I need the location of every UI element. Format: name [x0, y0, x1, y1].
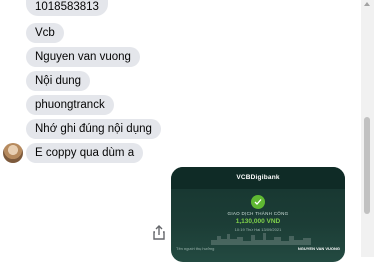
message-bubble[interactable]: Vcb — [26, 23, 64, 43]
vertical-scrollbar[interactable] — [361, 0, 374, 257]
message-bubble[interactable]: 1018583813 — [26, 0, 108, 16]
message-bubble[interactable]: phuongtranck — [26, 95, 114, 115]
message-bubble[interactable]: Nhớ ghi đúng nội dụng — [26, 119, 161, 139]
message-thread: 1018583813 Vcb Nguyen van vuong Nội dung… — [0, 0, 360, 262]
scrollbar-thumb[interactable] — [364, 117, 370, 214]
share-icon[interactable] — [151, 224, 167, 242]
receipt-status: GIAO DỊCH THÀNH CÔNG — [227, 211, 289, 216]
sender-avatar[interactable] — [3, 143, 23, 163]
skyline-decoration — [211, 233, 311, 245]
recipient-name: NGUYEN VAN VUONG — [297, 246, 340, 251]
receipt-amount: 1,130,000 VND — [235, 218, 281, 225]
scroll-up-arrow-icon[interactable] — [364, 2, 370, 6]
message-bubble[interactable]: E coppy qua dùm a — [26, 143, 144, 163]
transfer-receipt-image[interactable]: VCBDigibank GIAO DỊCH THÀNH CÔNG 1,130,0… — [171, 167, 345, 262]
recipient-label: Tên người thụ hưởng — [176, 246, 215, 251]
receipt-bank-name: VCBDigibank — [171, 167, 345, 189]
message-bubble[interactable]: Nguyen van vuong — [26, 47, 140, 67]
success-check-icon — [251, 195, 265, 209]
message-bubble[interactable]: Nội dung — [26, 71, 91, 91]
